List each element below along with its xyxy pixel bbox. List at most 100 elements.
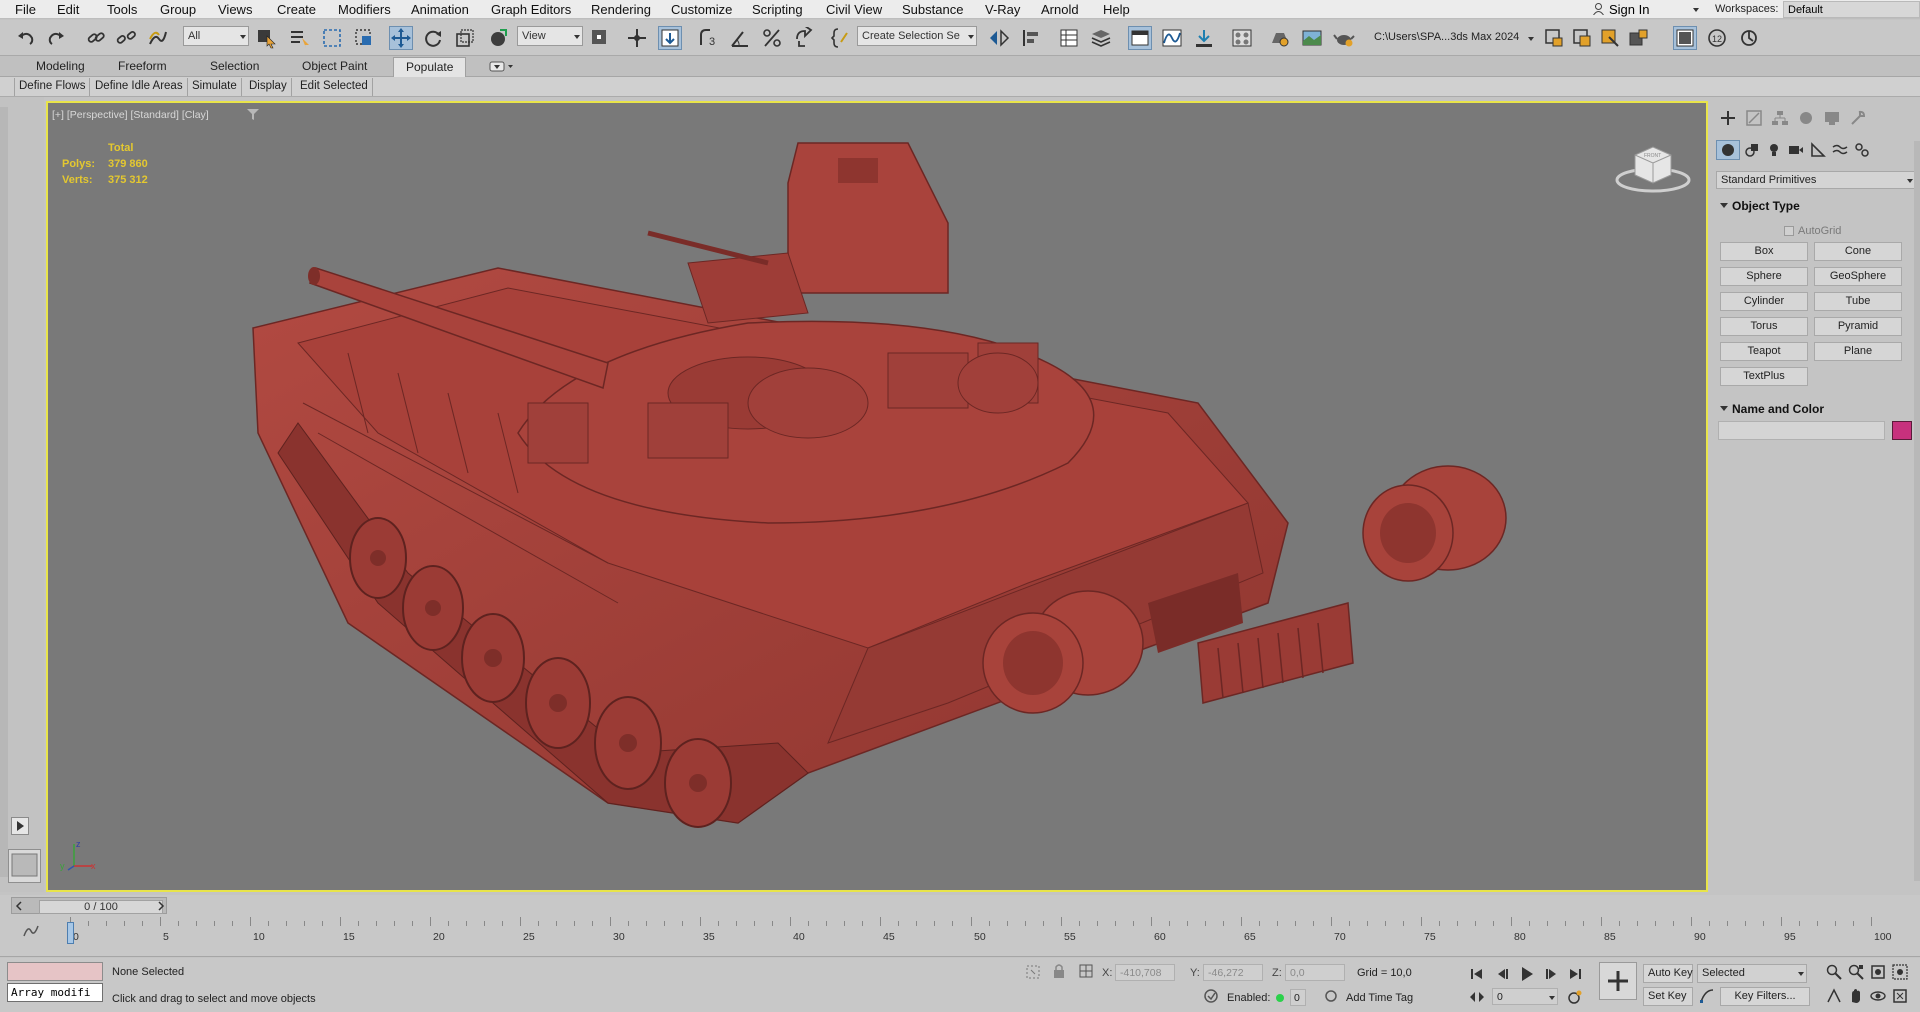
object-name-field[interactable] xyxy=(1718,421,1885,440)
rendered-frame-window-button[interactable] xyxy=(1300,26,1324,50)
menu-arnold[interactable]: Arnold xyxy=(1041,2,1079,17)
select-and-place-button[interactable] xyxy=(486,26,510,50)
curve-editor-mini-icon[interactable] xyxy=(22,923,40,939)
select-by-name-button[interactable] xyxy=(288,26,312,50)
auto-key-button[interactable]: Auto Key xyxy=(1643,964,1693,983)
time-slider-thumb[interactable]: 0 / 100 xyxy=(39,900,163,914)
select-and-scale-button[interactable] xyxy=(453,26,477,50)
menu-graph-editors[interactable]: Graph Editors xyxy=(491,2,571,17)
key-selection-dropdown[interactable]: Selected xyxy=(1697,964,1807,983)
object-type-rollout[interactable]: Object Type xyxy=(1716,197,1916,215)
object-color-swatch[interactable] xyxy=(1892,421,1912,440)
perspective-viewport[interactable]: [+] [Perspective] [Standard] [Clay] Tota… xyxy=(46,101,1708,892)
reference-coordinate-dropdown[interactable]: View xyxy=(517,26,583,46)
tank-model[interactable] xyxy=(48,103,1708,892)
expand-layouts-button[interactable] xyxy=(11,817,29,835)
menu-create[interactable]: Create xyxy=(277,2,316,17)
viewport-refresh-button[interactable] xyxy=(1737,26,1761,50)
shapes-category[interactable] xyxy=(1740,140,1764,160)
key-tangent-icon[interactable] xyxy=(1699,988,1715,1004)
tab-modeling[interactable]: Modeling xyxy=(36,59,85,73)
menu-animation[interactable]: Animation xyxy=(411,2,469,17)
pyramid-button[interactable]: Pyramid xyxy=(1814,317,1902,336)
undo-button[interactable] xyxy=(14,26,38,50)
isolate-selection-icon[interactable] xyxy=(1025,964,1041,980)
viewport-layout-button[interactable] xyxy=(1673,26,1697,50)
go-to-end-button[interactable] xyxy=(1567,966,1583,982)
time-slider[interactable]: 0 / 100 xyxy=(11,897,167,914)
window-crossing-button[interactable] xyxy=(352,26,376,50)
toggle-ribbon-button[interactable] xyxy=(1128,26,1152,50)
primitive-category-dropdown[interactable]: Standard Primitives xyxy=(1716,171,1916,189)
zoom-icon[interactable] xyxy=(1826,964,1842,980)
orbit-icon[interactable] xyxy=(1870,988,1886,1004)
link-button[interactable] xyxy=(84,26,108,50)
unlink-button[interactable] xyxy=(114,26,138,50)
maximize-viewport-icon[interactable] xyxy=(1892,988,1908,1004)
torus-button[interactable]: Torus xyxy=(1720,317,1808,336)
helpers-category[interactable] xyxy=(1806,140,1830,160)
current-frame-marker[interactable] xyxy=(67,922,74,944)
spinner-snap-button[interactable] xyxy=(792,26,816,50)
select-object-button[interactable] xyxy=(255,26,279,50)
timeline-track[interactable]: 0 5 10 15 20 25 30 35 40 45 50 55 60 65 70 75 80 85 90 95 10… xyxy=(65,917,1892,947)
cylinder-button[interactable]: Cylinder xyxy=(1720,292,1808,311)
menu-rendering[interactable]: Rendering xyxy=(591,2,651,17)
menu-customize[interactable]: Customize xyxy=(671,2,732,17)
viewcube[interactable]: FRONT xyxy=(1613,135,1693,195)
x-coordinate-field[interactable]: -410,708 xyxy=(1115,964,1175,981)
menu-group[interactable]: Group xyxy=(160,2,196,17)
previous-frame-button[interactable] xyxy=(1495,966,1511,982)
edit-selected-button[interactable]: Edit Selected xyxy=(296,78,373,96)
geosphere-button[interactable]: GeoSphere xyxy=(1814,267,1902,286)
zoom-all-icon[interactable] xyxy=(1848,964,1864,980)
bind-spacewarp-button[interactable] xyxy=(146,26,170,50)
menu-help[interactable]: Help xyxy=(1103,2,1130,17)
workspaces-dropdown[interactable]: Default xyxy=(1783,1,1920,18)
textplus-button[interactable]: TextPlus xyxy=(1720,367,1808,386)
spacewarps-category[interactable] xyxy=(1828,140,1852,160)
field-of-view-icon[interactable] xyxy=(1826,988,1842,1004)
edit-named-selection-button[interactable] xyxy=(830,26,854,50)
create-tab[interactable] xyxy=(1716,108,1740,128)
set-keys-button[interactable] xyxy=(1599,962,1637,1000)
tube-button[interactable]: Tube xyxy=(1814,292,1902,311)
adaptive-degradation-button[interactable]: 12 xyxy=(1705,26,1729,50)
sphere-button[interactable]: Sphere xyxy=(1720,267,1808,286)
play-animation-button[interactable] xyxy=(1518,964,1536,984)
absolute-mode-icon[interactable] xyxy=(1078,963,1094,979)
rectangular-selection-button[interactable] xyxy=(320,26,344,50)
select-manipulate-button[interactable] xyxy=(625,26,649,50)
y-coordinate-field[interactable]: -46,272 xyxy=(1203,964,1263,981)
maxscript-listener-input[interactable]: Array modifi xyxy=(7,983,103,1002)
menu-substance[interactable]: Substance xyxy=(902,2,963,17)
ribbon-options-button[interactable] xyxy=(489,60,515,73)
curve-editor-button[interactable] xyxy=(1160,26,1184,50)
lights-category[interactable] xyxy=(1762,140,1786,160)
menu-views[interactable]: Views xyxy=(218,2,252,17)
define-flows-button[interactable]: Define Flows xyxy=(14,78,91,96)
pivot-center-button[interactable] xyxy=(588,26,612,50)
tab-selection[interactable]: Selection xyxy=(210,59,259,73)
layer-explorer-button[interactable] xyxy=(1089,26,1113,50)
key-mode-toggle-button[interactable] xyxy=(1469,989,1485,1005)
add-time-tag-icon[interactable] xyxy=(1324,989,1338,1003)
key-filters-button[interactable]: Key Filters... xyxy=(1720,987,1810,1006)
mirror-button[interactable] xyxy=(987,26,1011,50)
define-idle-areas-button[interactable]: Define Idle Areas xyxy=(91,78,188,96)
tab-freeform[interactable]: Freeform xyxy=(118,59,167,73)
maxscript-listener-output[interactable] xyxy=(7,962,103,981)
display-button[interactable]: Display xyxy=(245,78,292,96)
menu-edit[interactable]: Edit xyxy=(57,2,79,17)
add-time-tag-label[interactable]: Add Time Tag xyxy=(1346,992,1413,1004)
project-path-dropdown[interactable]: C:\Users\SPA...3ds Max 2024 xyxy=(1372,28,1535,48)
go-to-start-button[interactable] xyxy=(1469,966,1485,982)
box-button[interactable]: Box xyxy=(1720,242,1808,261)
chevron-left-icon[interactable] xyxy=(15,901,23,911)
open-container-button[interactable] xyxy=(1570,26,1594,50)
named-selection-sets-dropdown[interactable]: Create Selection Se xyxy=(857,26,977,46)
inherit-container-button[interactable] xyxy=(1598,26,1622,50)
track-bar[interactable]: 0 5 10 15 20 25 30 35 40 45 50 55 60 65 70 75 80 85 90 95 10… xyxy=(0,917,1920,957)
redo-button[interactable] xyxy=(44,26,68,50)
pan-hand-icon[interactable] xyxy=(1848,988,1864,1004)
